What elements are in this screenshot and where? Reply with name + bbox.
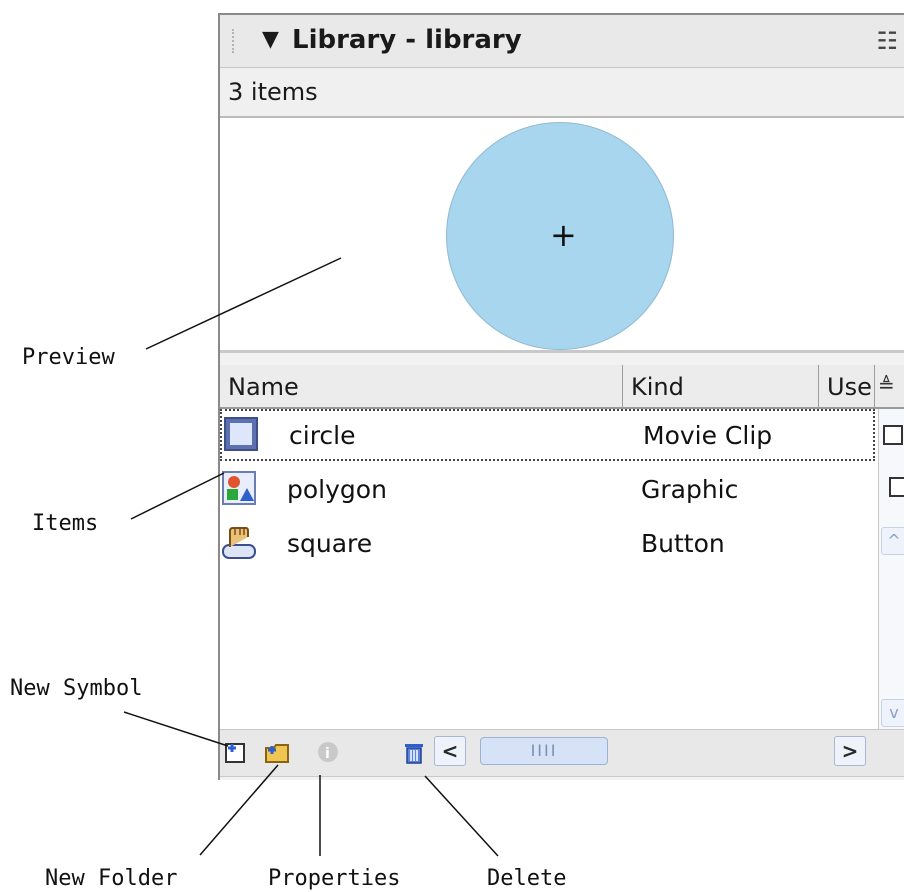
new-symbol-leader-line (123, 711, 229, 747)
delete-leader-line (424, 775, 499, 857)
annotation-new-symbol: New Symbol (10, 676, 143, 701)
annotation-items: Items (32, 511, 99, 536)
annotation-properties: Properties (268, 866, 401, 891)
items-leader-line (130, 472, 225, 520)
preview-leader-line (145, 257, 342, 350)
new-folder-leader-line (199, 764, 279, 856)
annotation-leader-lines (123, 257, 499, 857)
annotation-preview: Preview (22, 345, 115, 370)
annotation-new-folder: New Folder (45, 866, 178, 891)
annotation-delete: Delete (487, 866, 567, 891)
